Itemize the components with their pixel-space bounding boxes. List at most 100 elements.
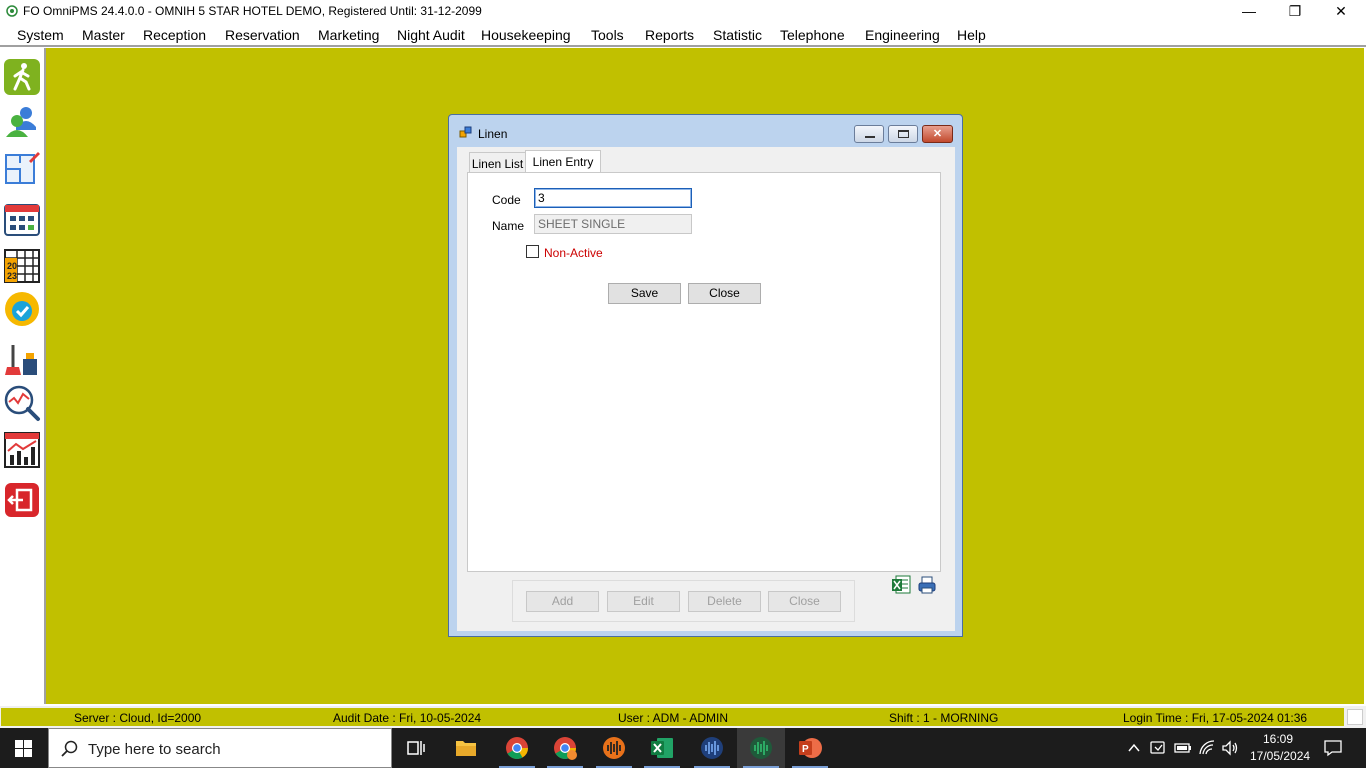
volume-icon[interactable] (1221, 739, 1239, 757)
dialog-title: Linen (478, 127, 508, 141)
taskbar-audio-app-3[interactable] (737, 728, 785, 768)
menu-reservation[interactable]: Reservation (225, 27, 300, 43)
maximize-button[interactable]: ❐ (1272, 0, 1318, 22)
window-title-bar: FO OmniPMS 24.4.0.0 - OMNIH 5 STAR HOTEL… (0, 0, 1366, 23)
dialog-minimize-button[interactable] (854, 125, 884, 143)
chrome-icon (506, 737, 528, 759)
taskbar-clock-time[interactable]: 16:09 (1250, 732, 1306, 746)
taskbar-audio-app-1[interactable] (590, 728, 638, 768)
save-button[interactable]: Save (608, 283, 681, 304)
wifi-icon[interactable] (1198, 739, 1216, 757)
powerpoint-icon: P (799, 738, 822, 758)
status-bar-panel: Server : Cloud, Id=2000 Audit Date : Fri… (1, 708, 1344, 726)
linen-window-icon (459, 126, 472, 138)
search-analytics-icon[interactable] (3, 384, 41, 422)
audio-wave-blue-icon (701, 737, 723, 759)
linen-dialog: Linen ✕ Linen List Linen Entry Code Name… (448, 114, 963, 637)
taskbar-powerpoint[interactable]: P (786, 728, 834, 768)
minimize-icon (865, 136, 875, 138)
walk-in-icon[interactable] (3, 58, 41, 96)
meet-now-icon[interactable] (1150, 739, 1168, 757)
menu-reports[interactable]: Reports (645, 27, 694, 43)
taskbar-chrome-1[interactable] (493, 728, 541, 768)
tab-linen-entry[interactable]: Linen Entry (525, 150, 601, 174)
windows-start-icon[interactable] (15, 740, 32, 757)
taskbar-audio-app-2[interactable] (688, 728, 736, 768)
restore-icon (898, 130, 909, 138)
taskbar-search-box[interactable]: Type here to search (48, 728, 392, 768)
close-window-button[interactable]: ✕ (1318, 0, 1364, 22)
chrome-profile-icon (554, 737, 577, 760)
taskbar-clock-date[interactable]: 17/05/2024 (1250, 749, 1310, 763)
excel-export-icon[interactable] (891, 575, 911, 595)
edit-button[interactable]: Edit (607, 591, 680, 612)
bottom-button-group: Add Edit Delete Close (512, 580, 855, 622)
name-input[interactable] (534, 214, 692, 234)
name-label: Name (492, 219, 525, 233)
search-icon (61, 740, 78, 757)
audio-wave-green-icon (750, 737, 772, 759)
audio-wave-icon (603, 737, 625, 759)
left-toolbar: 20 23 (0, 48, 46, 704)
svg-text:P: P (802, 744, 809, 755)
menu-marketing[interactable]: Marketing (318, 27, 379, 43)
close-button[interactable]: Close (688, 283, 761, 304)
housekeeping-icon[interactable] (3, 341, 41, 379)
menu-master[interactable]: Master (82, 27, 125, 43)
resize-grip[interactable] (1347, 709, 1363, 725)
menu-bar: System Master Reception Reservation Mark… (0, 23, 1366, 47)
statistics-chart-icon[interactable] (3, 431, 41, 469)
excel-icon (651, 738, 673, 758)
status-server: Server : Cloud, Id=2000 (74, 711, 202, 725)
notification-icon[interactable] (1324, 739, 1342, 757)
code-input[interactable] (534, 188, 692, 208)
menu-telephone[interactable]: Telephone (780, 27, 845, 43)
guests-icon[interactable] (3, 103, 41, 141)
tab-linen-list[interactable]: Linen List (469, 152, 526, 174)
calendar-2023-icon[interactable]: 20 23 (3, 246, 41, 284)
menu-statistic[interactable]: Statistic (713, 27, 762, 43)
dialog-close-button[interactable]: ✕ (922, 125, 953, 143)
menu-system[interactable]: System (17, 27, 64, 43)
bottom-close-button[interactable]: Close (768, 591, 841, 612)
menu-help[interactable]: Help (957, 27, 986, 43)
status-user: User : ADM - ADMIN (618, 711, 729, 725)
available-check-icon[interactable] (3, 290, 41, 328)
task-view-icon (407, 741, 425, 755)
battery-icon[interactable] (1174, 739, 1192, 757)
svg-text:20: 20 (7, 261, 17, 271)
floor-plan-icon[interactable] (3, 149, 41, 187)
window-title: FO OmniPMS 24.4.0.0 - OMNIH 5 STAR HOTEL… (23, 4, 482, 18)
task-view-button[interactable] (392, 728, 440, 768)
status-login-time: Login Time : Fri, 17-05-2024 01:36 (1123, 711, 1308, 725)
room-grid-icon[interactable] (3, 200, 41, 238)
dialog-body: Linen List Linen Entry Code Name Non-Act… (457, 147, 955, 631)
print-icon[interactable] (917, 575, 937, 595)
status-bar: Server : Cloud, Id=2000 Audit Date : Fri… (0, 706, 1366, 728)
non-active-label: Non-Active (544, 246, 603, 260)
taskbar-chrome-2[interactable] (541, 728, 589, 768)
status-audit-date: Audit Date : Fri, 10-05-2024 (333, 711, 482, 725)
code-label: Code (492, 193, 521, 207)
exit-icon[interactable] (3, 481, 41, 519)
minimize-button[interactable]: — (1226, 0, 1272, 22)
app-icon (6, 5, 18, 17)
status-shift: Shift : 1 - MORNING (889, 711, 999, 725)
linen-entry-page: Code Name Non-Active Save Close (467, 172, 941, 572)
search-placeholder: Type here to search (88, 741, 221, 758)
menu-reception[interactable]: Reception (143, 27, 206, 43)
menu-housekeeping[interactable]: Housekeeping (481, 27, 571, 43)
chevron-up-icon[interactable] (1127, 741, 1141, 755)
menu-night-audit[interactable]: Night Audit (397, 27, 465, 43)
delete-button[interactable]: Delete (688, 591, 761, 612)
svg-text:23: 23 (7, 271, 17, 281)
non-active-checkbox[interactable] (526, 245, 539, 258)
taskbar-excel[interactable] (638, 728, 686, 768)
taskbar-file-explorer[interactable] (442, 728, 490, 768)
taskbar: Type here to search P 16:09 17/05/2024 (0, 728, 1366, 768)
menu-tools[interactable]: Tools (591, 27, 624, 43)
menu-engineering[interactable]: Engineering (865, 27, 940, 43)
file-explorer-icon (456, 741, 476, 756)
dialog-restore-button[interactable] (888, 125, 918, 143)
add-button[interactable]: Add (526, 591, 599, 612)
